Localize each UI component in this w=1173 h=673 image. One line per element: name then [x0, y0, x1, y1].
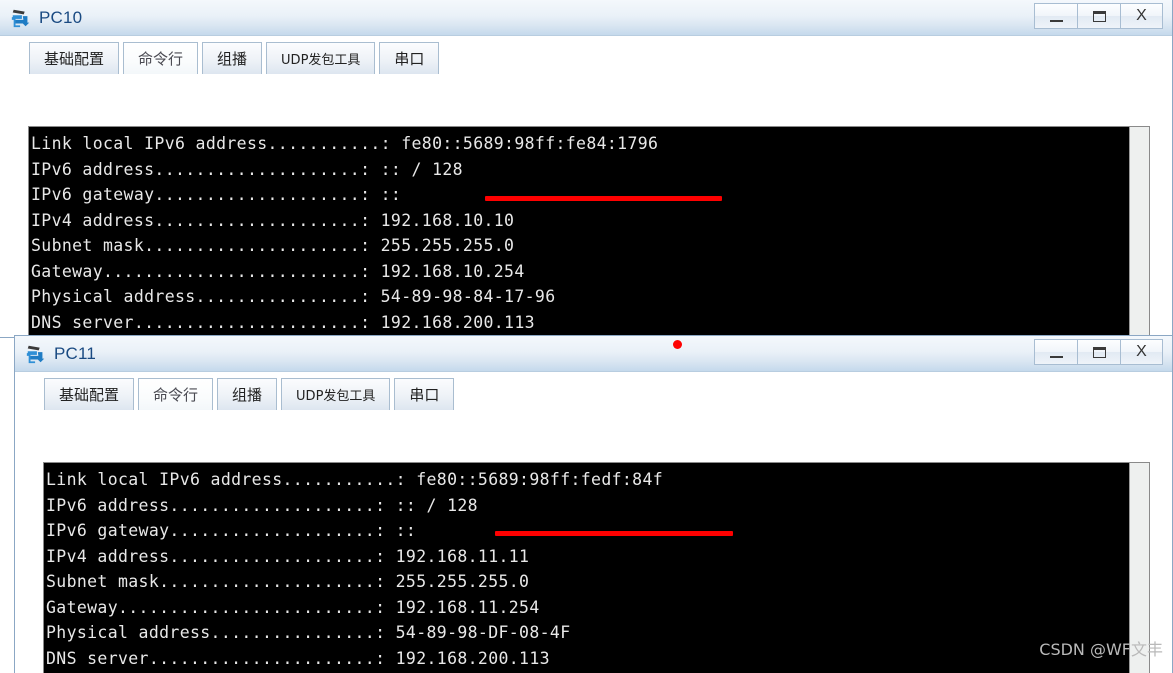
terminal-line: IPv4 address....................: 192.16…	[31, 210, 515, 230]
terminal-scrollbar-pc10[interactable]	[1129, 127, 1149, 337]
terminal-line: Gateway.........................: 192.16…	[31, 261, 525, 281]
maximize-button-pc11[interactable]	[1077, 339, 1120, 365]
terminal-line: IPv6 address....................: :: / 1…	[46, 495, 478, 515]
tab-command-line-pc11[interactable]: 命令行	[138, 378, 214, 410]
minimize-button-pc10[interactable]	[1034, 3, 1077, 29]
tab-udp-tool-pc10[interactable]: UDP发包工具	[266, 42, 376, 74]
terminal-line: Gateway.........................: 192.16…	[46, 597, 540, 617]
minimize-button-pc11[interactable]	[1034, 339, 1077, 365]
terminal-line: IPv6 address....................: :: / 1…	[31, 159, 463, 179]
window-title-pc10: PC10	[39, 7, 83, 27]
watermark-label: CSDN @WF文丰	[1039, 640, 1163, 659]
tabstrip-pc10: 基础配置 命令行 组播 UDP发包工具 串口	[0, 36, 1172, 74]
window-controls-pc11: X	[1034, 339, 1163, 365]
pc-device-icon	[26, 345, 45, 363]
tabstrip-pc11: 基础配置 命令行 组播 UDP发包工具 串口	[15, 372, 1172, 410]
titlebar-pc11[interactable]: PC11 X	[15, 336, 1172, 372]
tab-command-line-pc10[interactable]: 命令行	[123, 42, 199, 74]
terminal-line: Physical address................: 54-89-…	[46, 623, 571, 642]
close-button-pc11[interactable]: X	[1120, 339, 1163, 365]
window-controls-pc10: X	[1034, 3, 1163, 29]
close-icon: X	[1136, 7, 1147, 24]
terminal-panel-pc11[interactable]: Link local IPv6 address...........: fe80…	[43, 462, 1150, 673]
client-area-pc10: 基础配置 命令行 组播 UDP发包工具 串口 Link local IPv6 a…	[0, 36, 1172, 337]
terminal-output-pc11[interactable]: Link local IPv6 address...........: fe80…	[44, 463, 1129, 673]
terminal-line: DNS server......................: 192.16…	[46, 648, 550, 668]
terminal-line: DNS server......................: 192.16…	[31, 312, 535, 332]
terminal-line: IPv6 gateway....................: ::	[31, 185, 402, 204]
close-button-pc10[interactable]: X	[1120, 3, 1163, 29]
close-icon: X	[1136, 343, 1147, 360]
terminal-line: IPv4 address....................: 192.16…	[46, 546, 530, 566]
terminal-line: Subnet mask.....................: 255.25…	[31, 236, 515, 255]
pc-device-icon	[11, 9, 30, 27]
annotation-underline-ipv4-pc11	[495, 531, 733, 536]
minimize-icon	[1049, 355, 1063, 358]
tab-basic-config-pc10[interactable]: 基础配置	[29, 42, 120, 74]
terminal-line: Link local IPv6 address...........: fe80…	[31, 134, 659, 153]
annotation-underline-ipv4-pc10	[485, 196, 722, 201]
window-pc11[interactable]: PC11 X 基础配置 命令行 组播 UDP发包工具 串口 Link local…	[14, 335, 1173, 673]
tab-multicast-pc10[interactable]: 组播	[202, 42, 263, 74]
annotation-dot	[673, 340, 682, 349]
tab-udp-tool-pc11[interactable]: UDP发包工具	[281, 378, 391, 410]
window-pc10[interactable]: PC10 X 基础配置 命令行 组播 UDP发包工具 串口 Link local…	[0, 0, 1173, 338]
titlebar-pc10[interactable]: PC10 X	[0, 0, 1172, 36]
terminal-line: Subnet mask.....................: 255.25…	[46, 572, 530, 591]
maximize-icon	[1092, 346, 1106, 358]
terminal-panel-pc10[interactable]: Link local IPv6 address...........: fe80…	[28, 126, 1150, 337]
terminal-line: Link local IPv6 address...........: fe80…	[46, 470, 664, 489]
terminal-line: Physical address................: 54-89-…	[31, 287, 556, 306]
client-area-pc11: 基础配置 命令行 组播 UDP发包工具 串口 Link local IPv6 a…	[15, 372, 1172, 673]
maximize-icon	[1092, 10, 1106, 22]
tab-basic-config-pc11[interactable]: 基础配置	[44, 378, 135, 410]
tab-multicast-pc11[interactable]: 组播	[217, 378, 278, 410]
terminal-output-pc10[interactable]: Link local IPv6 address...........: fe80…	[29, 127, 1129, 337]
minimize-icon	[1049, 19, 1063, 22]
maximize-button-pc10[interactable]	[1077, 3, 1120, 29]
tab-serial-port-pc11[interactable]: 串口	[394, 378, 455, 410]
tab-serial-port-pc10[interactable]: 串口	[379, 42, 440, 74]
window-title-pc11: PC11	[54, 343, 97, 363]
